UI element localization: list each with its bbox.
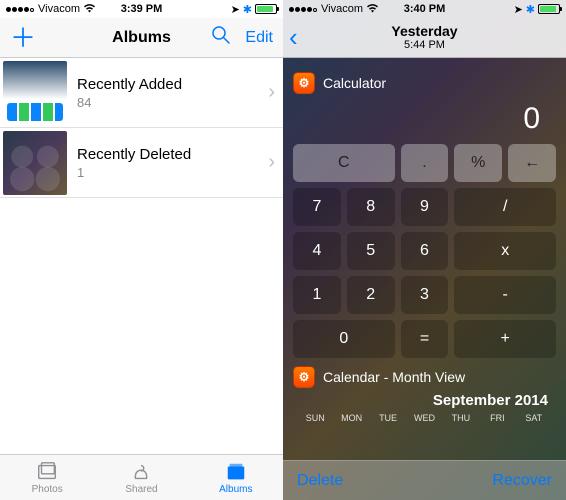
- toolbar: Delete Recover: [283, 460, 566, 500]
- widgets-container: ⚙ Calculator 0 C . % ← 7 8 9 / 4 5 6 x 1…: [283, 58, 566, 460]
- key-4[interactable]: 4: [293, 232, 341, 270]
- signal-dots-icon: [6, 3, 35, 15]
- key-2[interactable]: 2: [347, 276, 395, 314]
- tab-label: Albums: [219, 484, 252, 495]
- day-header: WED: [406, 413, 442, 423]
- calendar-widget: ⚙ Calendar - Month View September 2014 S…: [291, 360, 558, 425]
- key-8[interactable]: 8: [347, 188, 395, 226]
- key-plus[interactable]: +: [454, 320, 556, 358]
- location-icon: ➤: [514, 3, 523, 16]
- delete-button[interactable]: Delete: [297, 472, 343, 490]
- nav-title: Albums: [112, 29, 171, 47]
- calendar-month-label: September 2014: [291, 390, 558, 411]
- carrier-label: Vivacom: [38, 3, 80, 15]
- album-count: 1: [77, 165, 268, 180]
- battery-icon: [538, 4, 560, 14]
- key-3[interactable]: 3: [401, 276, 449, 314]
- status-bar: Vivacom 3:39 PM ➤ ✱: [0, 0, 283, 18]
- widget-title: Calendar - Month View: [323, 369, 465, 385]
- day-header: SUN: [297, 413, 333, 423]
- tab-bar: Photos Shared Albums: [0, 454, 283, 500]
- status-time: 3:39 PM: [121, 3, 163, 15]
- search-icon[interactable]: [211, 25, 231, 50]
- nav-subtitle: 5:44 PM: [391, 39, 457, 51]
- calculator-widget: ⚙ Calculator 0 C . % ← 7 8 9 / 4 5 6 x 1…: [291, 66, 558, 360]
- add-album-button[interactable]: ＋: [10, 25, 36, 51]
- tab-albums[interactable]: Albums: [189, 455, 283, 500]
- nav-title: Yesterday: [391, 24, 457, 39]
- widget-title: Calculator: [323, 75, 386, 91]
- tab-label: Photos: [32, 484, 63, 495]
- chevron-right-icon: ›: [268, 151, 275, 174]
- battery-icon: [255, 4, 277, 14]
- app-icon: ⚙: [293, 72, 315, 94]
- wifi-icon: [366, 3, 379, 16]
- calendar-day-headers: SUN MON TUE WED THU FRI SAT: [291, 411, 558, 425]
- bluetooth-icon: ✱: [243, 3, 252, 16]
- key-multiply[interactable]: x: [454, 232, 556, 270]
- day-header: SAT: [516, 413, 552, 423]
- album-name: Recently Deleted: [77, 146, 268, 163]
- photos-app-screen: Vivacom 3:39 PM ➤ ✱ ＋ Albums Edit Recent…: [0, 0, 283, 500]
- album-name: Recently Added: [77, 76, 268, 93]
- album-thumbnail: [3, 131, 67, 195]
- key-1[interactable]: 1: [293, 276, 341, 314]
- status-time: 3:40 PM: [404, 3, 446, 15]
- calculator-display: 0: [291, 100, 558, 142]
- bluetooth-icon: ✱: [526, 3, 535, 16]
- tab-photos[interactable]: Photos: [0, 455, 94, 500]
- key-dot[interactable]: .: [401, 144, 449, 182]
- key-7[interactable]: 7: [293, 188, 341, 226]
- signal-dots-icon: [289, 3, 318, 15]
- key-backspace[interactable]: ←: [508, 144, 556, 182]
- key-divide[interactable]: /: [454, 188, 556, 226]
- tab-label: Shared: [125, 484, 157, 495]
- day-header: THU: [443, 413, 479, 423]
- nav-bar: ＋ Albums Edit: [0, 18, 283, 58]
- location-icon: ➤: [231, 3, 240, 16]
- key-minus[interactable]: -: [454, 276, 556, 314]
- day-header: FRI: [479, 413, 515, 423]
- carrier-label: Vivacom: [321, 3, 363, 15]
- day-header: MON: [333, 413, 369, 423]
- key-6[interactable]: 6: [401, 232, 449, 270]
- app-icon: ⚙: [293, 366, 315, 388]
- key-percent[interactable]: %: [454, 144, 502, 182]
- edit-button[interactable]: Edit: [245, 29, 273, 47]
- key-5[interactable]: 5: [347, 232, 395, 270]
- key-equals[interactable]: =: [401, 320, 449, 358]
- status-bar: Vivacom 3:40 PM ➤ ✱: [283, 0, 566, 18]
- album-count: 84: [77, 95, 268, 110]
- recover-button[interactable]: Recover: [492, 472, 552, 490]
- wifi-icon: [83, 3, 96, 16]
- key-0[interactable]: 0: [293, 320, 395, 358]
- day-header: TUE: [370, 413, 406, 423]
- album-list[interactable]: Recently Added 84 › Recently Deleted 1 ›: [0, 58, 283, 454]
- tab-shared[interactable]: Shared: [94, 455, 188, 500]
- album-thumbnail: [3, 61, 67, 125]
- album-row-recently-deleted[interactable]: Recently Deleted 1 ›: [0, 128, 283, 198]
- album-row-recently-added[interactable]: Recently Added 84 ›: [0, 58, 283, 128]
- key-9[interactable]: 9: [401, 188, 449, 226]
- chevron-right-icon: ›: [268, 81, 275, 104]
- back-button[interactable]: ‹: [289, 22, 298, 53]
- deleted-item-screen: Vivacom 3:40 PM ➤ ✱ ‹ Yesterday 5:44 PM …: [283, 0, 566, 500]
- nav-bar: ‹ Yesterday 5:44 PM: [283, 18, 566, 58]
- key-clear[interactable]: C: [293, 144, 395, 182]
